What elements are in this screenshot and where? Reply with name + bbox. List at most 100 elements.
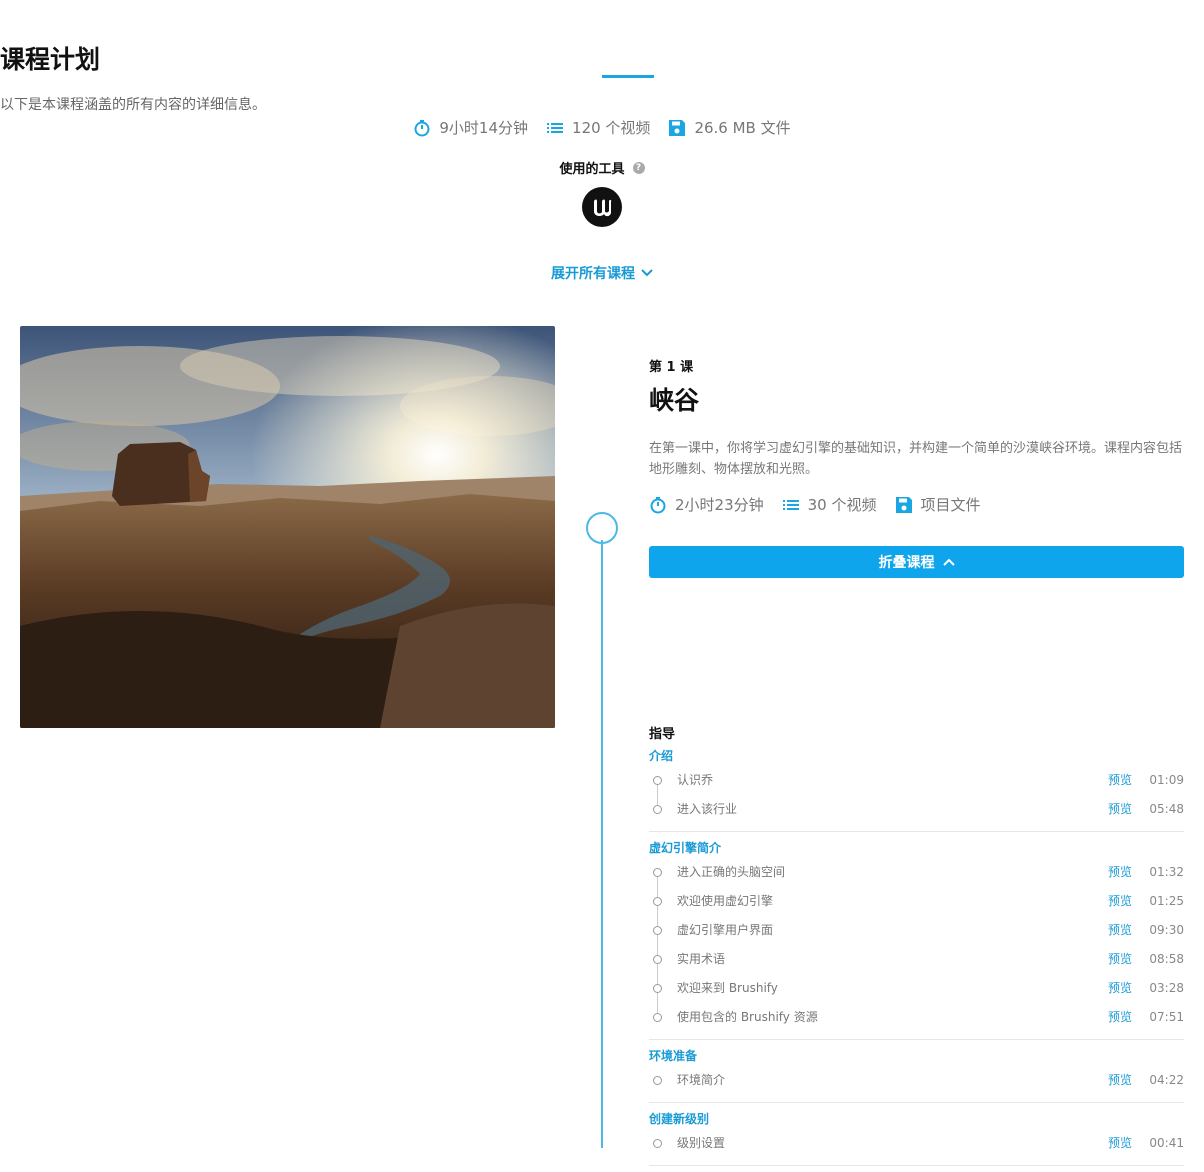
course-duration: 9小时14分钟 [413, 117, 528, 138]
collapse-lesson-button[interactable]: 折叠课程 [649, 546, 1184, 578]
canyon-image [20, 326, 555, 728]
course-files-label: 26.6 MB 文件 [694, 119, 791, 137]
lesson-title: 峡谷 [649, 386, 700, 415]
item-duration: 01:09 [1149, 773, 1184, 787]
list-item[interactable]: 欢迎来到 Brushify 预览 03:28 [649, 974, 1184, 1013]
list-item[interactable]: 进入该行业 预览 05:48 [649, 795, 1184, 824]
lesson-files: 项目文件 [895, 494, 981, 515]
lesson-videos: 30 个视频 [782, 494, 877, 515]
preview-link[interactable]: 预览 [1108, 1003, 1132, 1032]
preview-link[interactable]: 预览 [1108, 916, 1132, 945]
list-item[interactable]: 进入正确的头脑空间 预览 01:32 [649, 858, 1184, 897]
title-underline [602, 75, 654, 78]
list-item[interactable]: 实用术语 预览 08:58 [649, 945, 1184, 984]
save-icon [669, 119, 686, 136]
list-item[interactable]: 欢迎使用虚幻引擎 预览 01:25 [649, 887, 1184, 926]
item-label: 进入该行业 [677, 802, 738, 816]
tools-label: 使用的工具 [559, 162, 625, 177]
item-label: 虚幻引擎用户界面 [677, 923, 774, 937]
section-title[interactable]: 虚幻引擎简介 [649, 838, 1184, 858]
bullet-circle-icon [653, 776, 662, 785]
bullet-circle-icon [653, 984, 662, 993]
section-title[interactable]: 介绍 [649, 746, 1184, 766]
expand-all-button[interactable]: 展开所有课程 [0, 263, 1204, 283]
bullet-circle-icon [653, 1076, 662, 1085]
bullet-circle-icon [653, 926, 662, 935]
item-duration: 01:25 [1149, 894, 1184, 908]
lesson-stats: 2小时23分钟 30 个视频 项目文件 [649, 494, 1184, 515]
item-duration: 08:58 [1149, 952, 1184, 966]
chevron-up-icon [942, 558, 955, 566]
preview-link[interactable]: 预览 [1108, 945, 1132, 974]
item-label: 使用包含的 Brushify 资源 [677, 1010, 818, 1024]
unreal-engine-icon [594, 199, 612, 217]
lesson-number: 第 1 课 [649, 360, 694, 375]
bullet-circle-icon [653, 955, 662, 964]
guide-title: 指导 [649, 727, 676, 742]
lesson-videos-label: 30 个视频 [807, 496, 877, 514]
unreal-engine-logo[interactable] [582, 187, 622, 227]
list-item[interactable]: 使用包含的 Brushify 资源 预览 07:51 [649, 1003, 1184, 1032]
lesson-duration-label: 2小时23分钟 [675, 496, 764, 514]
guide-section: 虚幻引擎简介 进入正确的头脑空间 预览 01:32 欢迎使用虚幻引擎 预览 01:25 虚幻引… [649, 838, 1184, 1040]
section-title[interactable]: 创建新级别 [649, 1109, 1184, 1129]
item-duration: 07:51 [1149, 1010, 1184, 1024]
bullet-circle-icon [653, 1013, 662, 1022]
preview-link[interactable]: 预览 [1108, 858, 1132, 887]
guide-sections: 介绍 认识乔 预览 01:09 进入该行业 预览 05:48 虚幻引擎简介 进入正确的头脑空间预… [649, 746, 1184, 1166]
list-icon [782, 499, 799, 510]
stopwatch-icon [650, 496, 666, 513]
item-duration: 01:32 [1149, 865, 1184, 879]
tools-heading: 使用的工具 ? [0, 158, 1204, 177]
item-duration: 03:28 [1149, 981, 1184, 995]
list-item[interactable]: 环境简介 预览 04:22 [649, 1066, 1184, 1095]
list-item[interactable]: 级别设置 预览 00:41 [649, 1129, 1184, 1158]
item-label: 级别设置 [677, 1136, 726, 1150]
help-icon[interactable]: ? [632, 161, 645, 174]
preview-link[interactable]: 预览 [1108, 974, 1132, 1003]
lesson-info: 第 1 课 峡谷 在第一课中，你将学习虚幻引擎的基础知识，并构建一个简单的沙漠峡… [649, 356, 1184, 515]
save-icon [895, 496, 912, 513]
course-videos-label: 120 个视频 [572, 119, 651, 137]
item-duration: 00:41 [1149, 1136, 1184, 1150]
bullet-circle-icon [653, 805, 662, 814]
bullet-circle-icon [653, 868, 662, 877]
item-duration: 05:48 [1149, 802, 1184, 816]
lesson-thumbnail [20, 326, 555, 728]
item-label: 欢迎使用虚幻引擎 [677, 894, 774, 908]
course-videos: 120 个视频 [546, 117, 650, 138]
bullet-circle-icon [653, 1139, 662, 1148]
item-label: 进入正确的头脑空间 [677, 865, 786, 879]
item-label: 欢迎来到 Brushify [677, 981, 778, 995]
course-stats: 9小时14分钟 120 个视频 26.6 MB 文件 [0, 117, 1204, 138]
preview-link[interactable]: 预览 [1108, 1129, 1132, 1158]
timeline-line [601, 540, 603, 1148]
lesson-guide: 指导 介绍 认识乔 预览 01:09 进入该行业 预览 05:48 虚幻引擎简介 进入正确的头脑… [649, 726, 1184, 1172]
chevron-down-icon [641, 269, 653, 277]
item-label: 实用术语 [677, 952, 726, 966]
item-label: 环境简介 [677, 1073, 726, 1087]
collapse-lesson-label: 折叠课程 [878, 555, 935, 571]
lesson-duration: 2小时23分钟 [649, 494, 764, 515]
lesson-files-label: 项目文件 [920, 496, 981, 514]
preview-link[interactable]: 预览 [1108, 766, 1132, 795]
course-duration-label: 9小时14分钟 [439, 119, 529, 137]
expand-all-label: 展开所有课程 [551, 266, 635, 282]
preview-link[interactable]: 预览 [1108, 795, 1132, 824]
list-item[interactable]: 认识乔 预览 01:09 [649, 766, 1184, 805]
guide-section: 创建新级别级别设置 预览 00:41 [649, 1109, 1184, 1166]
list-item[interactable]: 虚幻引擎用户界面 预览 09:30 [649, 916, 1184, 955]
page-subtitle: 以下是本课程涵盖的所有内容的详细信息。 [0, 97, 266, 113]
course-files: 26.6 MB 文件 [668, 117, 791, 138]
page-title: 课程计划 [0, 45, 101, 74]
guide-section: 环境准备 环境简介 预览 04:22 [649, 1046, 1184, 1103]
item-duration: 09:30 [1149, 923, 1184, 937]
item-label: 认识乔 [677, 773, 714, 787]
list-icon [547, 122, 564, 133]
section-title[interactable]: 环境准备 [649, 1046, 1184, 1066]
preview-link[interactable]: 预览 [1108, 887, 1132, 916]
stopwatch-icon [414, 119, 430, 136]
guide-section: 介绍 认识乔 预览 01:09 进入该行业 预览 05:48 [649, 746, 1184, 832]
preview-link[interactable]: 预览 [1108, 1066, 1132, 1095]
bullet-circle-icon [653, 897, 662, 906]
